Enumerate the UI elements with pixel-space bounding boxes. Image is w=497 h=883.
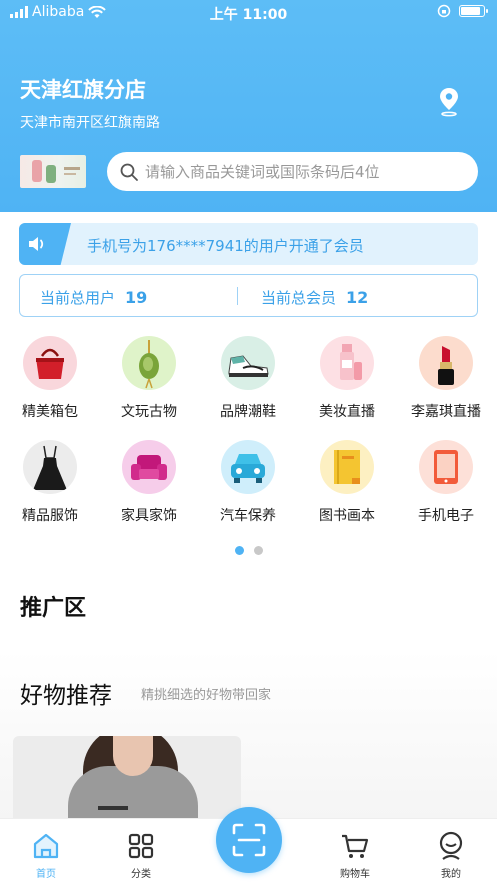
lipstick-icon [419, 336, 473, 390]
store-thumbnail[interactable] [20, 155, 86, 188]
tablet-icon [419, 440, 473, 494]
status-bar: Alibaba 上午 11:00 [0, 0, 497, 26]
cart-icon [342, 834, 369, 858]
promo-section-title: 推广区 [20, 596, 87, 621]
category-item-lijiaqi-live[interactable]: 李嘉琪直播 [396, 336, 496, 421]
status-right [437, 4, 488, 18]
battery-icon [459, 5, 488, 17]
category-item-antiques[interactable]: 文玩古物 [99, 336, 199, 421]
stat-members-label: 当前总会员 [261, 289, 337, 307]
category-label: 精品服饰 [22, 508, 78, 524]
category-label: 家具家饰 [121, 508, 177, 524]
stats-divider [237, 287, 238, 305]
orientation-lock-icon [437, 4, 451, 18]
recommend-title: 好物推荐 [20, 683, 112, 709]
sofa-icon [122, 440, 176, 494]
notice-text: 手机号为176****7941的用户开通了会员 [87, 237, 364, 255]
car-icon [221, 440, 275, 494]
category-label: 手机电子 [418, 508, 474, 524]
search-input[interactable] [145, 162, 465, 181]
search-bar[interactable] [107, 152, 478, 191]
stat-members-value: 12 [346, 288, 369, 307]
store-name[interactable]: 天津红旗分店 [20, 74, 146, 104]
category-label: 汽车保养 [220, 508, 276, 524]
page-indicator[interactable] [0, 546, 497, 555]
cosmetics-icon [320, 336, 374, 390]
location-pin-icon[interactable] [436, 86, 462, 118]
tab-cart-label: 购物车 [340, 869, 370, 880]
notebook-icon [320, 440, 374, 494]
jade-pendant-icon [122, 336, 176, 390]
category-item-sneakers[interactable]: 品牌潮鞋 [198, 336, 298, 421]
category-item-bags[interactable]: 精美箱包 [0, 336, 100, 421]
stat-users-value: 19 [125, 288, 148, 307]
category-item-electronics[interactable]: 手机电子 [396, 440, 496, 525]
stat-members: 当前总会员 12 [261, 287, 368, 308]
dress-icon [23, 440, 77, 494]
tab-category[interactable]: 分类 [111, 831, 171, 880]
category-item-beauty-live[interactable]: 美妆直播 [297, 336, 397, 421]
category-item-books[interactable]: 图书画本 [297, 440, 397, 525]
scan-button[interactable] [216, 807, 282, 873]
stat-users: 当前总用户 19 [40, 287, 147, 308]
tab-profile-label: 我的 [441, 869, 461, 880]
search-icon [120, 163, 138, 181]
profile-icon [439, 831, 463, 860]
handbag-icon [23, 336, 77, 390]
category-label: 精美箱包 [22, 404, 78, 420]
tab-profile[interactable]: 我的 [421, 831, 481, 880]
page-dot-2[interactable] [253, 546, 263, 555]
store-address: 天津市南开区红旗南路 [20, 115, 160, 131]
stats-panel: 当前总用户 19 当前总会员 12 [19, 274, 478, 317]
scan-icon [232, 823, 266, 857]
speaker-icon [29, 237, 44, 251]
category-grid-icon [128, 833, 154, 859]
tab-home-label: 首页 [36, 869, 56, 880]
notice-bar[interactable]: 手机号为176****7941的用户开通了会员 [19, 223, 478, 265]
category-label: 李嘉琪直播 [411, 404, 481, 420]
home-icon [33, 833, 59, 859]
category-item-car-care[interactable]: 汽车保养 [198, 440, 298, 525]
tab-home[interactable]: 首页 [16, 831, 76, 880]
product-card-image[interactable] [13, 736, 241, 826]
tab-cart[interactable]: 购物车 [325, 831, 385, 880]
recommend-subtitle: 精挑细选的好物带回家 [141, 688, 272, 703]
category-label: 文玩古物 [121, 404, 177, 420]
category-label: 图书画本 [319, 508, 375, 524]
page-dot-1[interactable] [234, 546, 244, 555]
category-item-furniture[interactable]: 家具家饰 [99, 440, 199, 525]
category-label: 品牌潮鞋 [220, 404, 276, 420]
tab-category-label: 分类 [131, 869, 151, 880]
category-label: 美妆直播 [319, 404, 375, 420]
status-time: 上午 11:00 [209, 7, 288, 23]
sneaker-icon [221, 336, 275, 390]
category-item-apparel[interactable]: 精品服饰 [0, 440, 100, 525]
stat-users-label: 当前总用户 [40, 289, 116, 307]
